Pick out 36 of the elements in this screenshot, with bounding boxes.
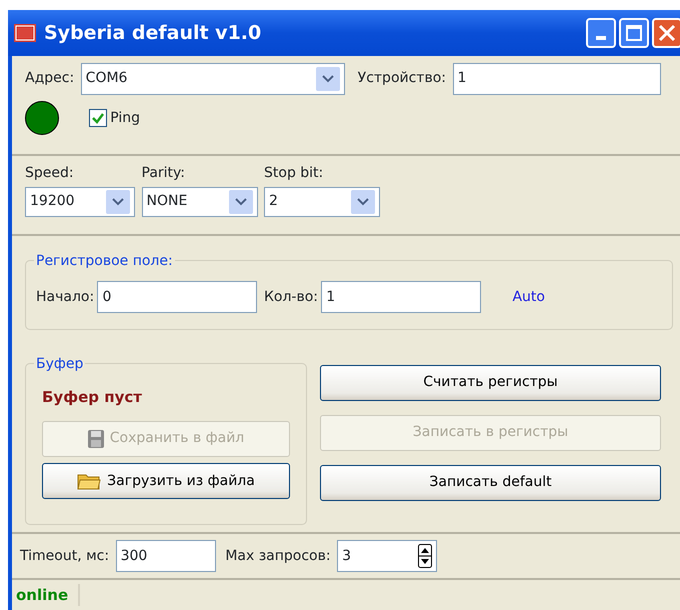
dropdown[interactable]: 2 <box>264 186 380 217</box>
address-label: Адрес: <box>25 69 74 88</box>
start-label: Начало: <box>36 288 94 306</box>
spin-field[interactable]: 3 <box>337 540 438 572</box>
ping-checkbox[interactable] <box>89 109 107 127</box>
count-label: Кол-во: <box>264 288 318 306</box>
field-label: Parity: <box>142 164 186 182</box>
device-label: Устройство: <box>358 69 446 88</box>
spin-arrows-icon[interactable] <box>418 544 432 568</box>
maximize-button[interactable] <box>618 18 649 48</box>
dropdown[interactable]: NONE <box>142 186 258 217</box>
button[interactable]: Загрузить из файла <box>42 463 290 499</box>
device-field[interactable]: 1 <box>452 62 661 94</box>
field-label: Speed: <box>25 164 75 182</box>
button[interactable]: Записать default <box>320 464 661 500</box>
app-icon <box>14 24 36 42</box>
maximize-icon <box>626 25 642 41</box>
buffer-status: Буфер пуст <box>42 386 143 408</box>
minimize-icon <box>596 36 606 40</box>
status-text: online <box>16 584 80 606</box>
close-icon <box>658 24 676 42</box>
dropdown[interactable]: COM6 <box>80 62 345 94</box>
dropdown[interactable]: 19200 <box>25 186 135 217</box>
count-field[interactable]: 1 <box>321 281 482 313</box>
minimize-button[interactable] <box>586 18 616 48</box>
timeout-field[interactable]: 300 <box>116 540 216 572</box>
folder-icon <box>77 472 102 490</box>
timeout-label: Timeout, мс: <box>20 546 110 566</box>
ping-label: Ping <box>110 108 140 128</box>
start-field[interactable]: 0 <box>97 281 258 313</box>
window-title: Syberia default v1.0 <box>44 20 262 46</box>
button[interactable]: Считать регистры <box>320 364 661 400</box>
max-requests-label: Max запросов: <box>225 546 331 566</box>
auto-link[interactable]: Auto <box>512 286 545 308</box>
field-label: Stop bit: <box>264 164 324 182</box>
close-button[interactable] <box>652 18 680 48</box>
